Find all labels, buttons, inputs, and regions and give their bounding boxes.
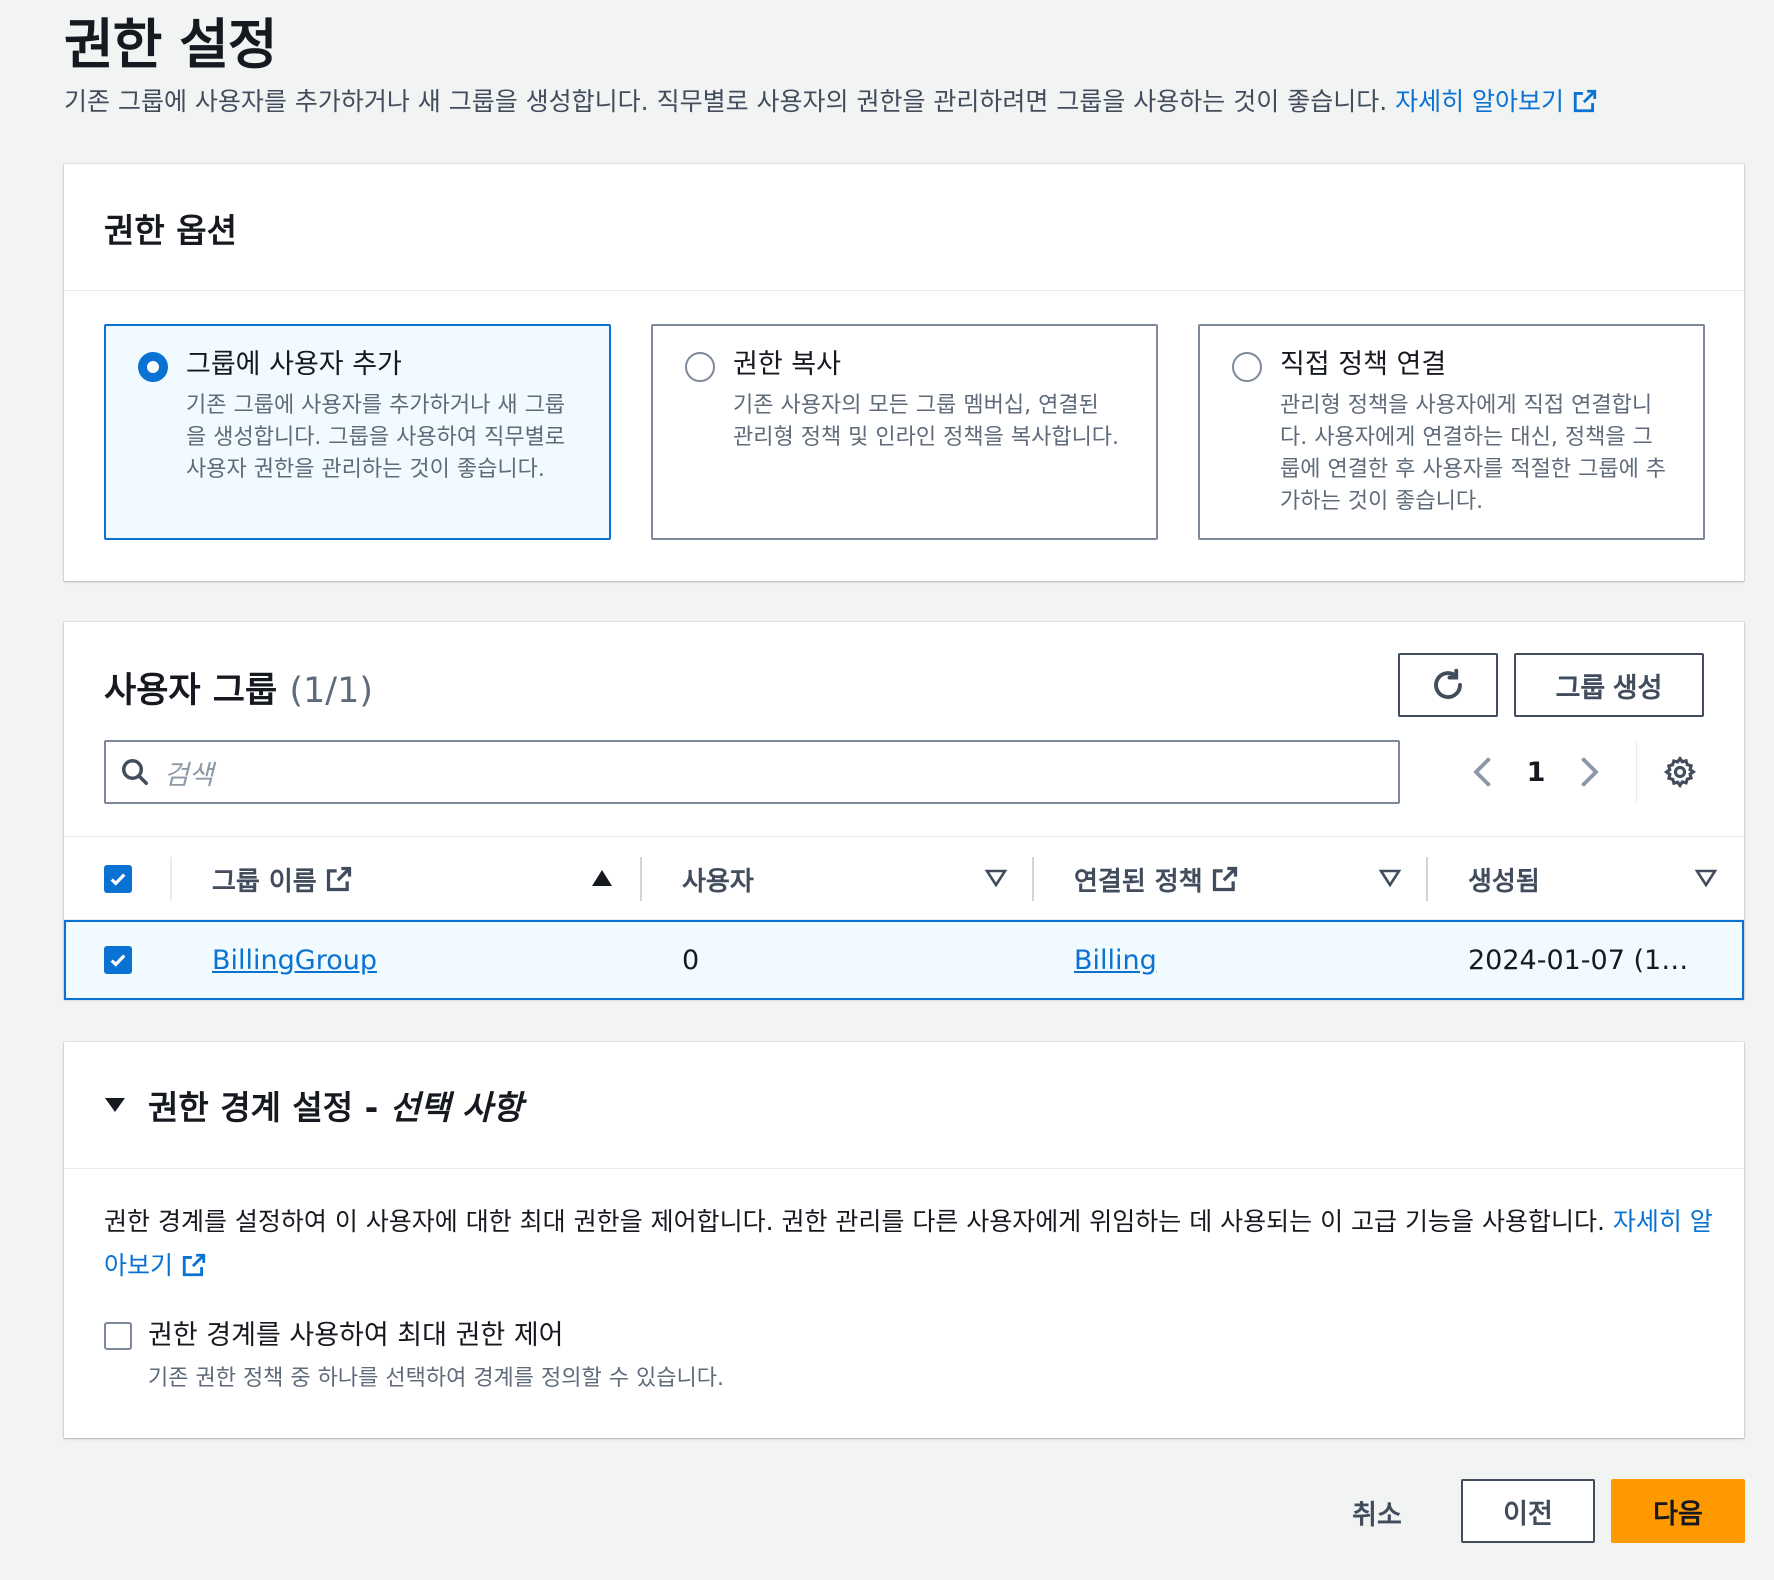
pagination-previous[interactable] [1462, 750, 1502, 794]
column-header-attached-policies[interactable]: 연결된 정책 [1074, 837, 1239, 921]
column-header-users[interactable]: 사용자 [682, 837, 754, 921]
checkmark-icon [110, 954, 126, 967]
search-icon [122, 759, 148, 785]
page-description-text: 기존 그룹에 사용자를 추가하거나 새 그룹을 생성합니다. 직무별로 사용자의… [64, 87, 1388, 116]
column-resizer[interactable] [1032, 857, 1034, 901]
sort-descending-icon[interactable] [1378, 867, 1402, 889]
create-group-button[interactable]: 그룹 생성 [1514, 653, 1704, 717]
user-groups-title-text: 사용자 그룹 [104, 671, 278, 711]
search-field[interactable]: 검색 [104, 740, 1400, 804]
option-title: 그룹에 사용자 추가 [186, 349, 402, 380]
checkbox-label: 권한 경계를 사용하여 최대 권한 제어 [148, 1320, 564, 1351]
policy-link[interactable]: Billing [1074, 945, 1157, 976]
option-description: 관리형 정책을 사용자에게 직접 연결합니다. 사용자에게 연결하는 대신, 정… [1280, 393, 1667, 514]
cell-users: 0 [682, 944, 700, 976]
option-title: 권한 복사 [733, 349, 841, 380]
search-input[interactable]: 검색 [164, 753, 214, 792]
checkmark-icon [110, 873, 126, 886]
boundary-title-text: 권한 경계 설정 - [148, 1088, 390, 1127]
permissions-boundary-checkbox-row[interactable]: 권한 경계를 사용하여 최대 권한 제어 기존 권한 정책 중 하나를 선택하여… [104, 1318, 724, 1392]
page-description: 기존 그룹에 사용자를 추가하거나 새 그룹을 생성합니다. 직무별로 사용자의… [64, 82, 1598, 118]
gear-icon [1663, 755, 1697, 789]
preferences-button[interactable] [1658, 750, 1702, 794]
sort-descending-icon[interactable] [1694, 867, 1718, 889]
permission-options-header: 권한 옵션 [64, 164, 1744, 291]
pagination-divider [1636, 740, 1637, 804]
radio-selected-icon[interactable] [138, 352, 168, 382]
page-title: 권한 설정 [64, 13, 278, 76]
chevron-left-icon [1473, 757, 1491, 787]
select-all-cell[interactable] [104, 837, 132, 921]
refresh-icon [1434, 668, 1462, 699]
checkbox-description: 기존 권한 정책 중 하나를 선택하여 경계를 정의할 수 있습니다. [148, 1366, 724, 1391]
column-header-group-name[interactable]: 그룹 이름 [212, 837, 353, 921]
sort-ascending-icon[interactable] [590, 867, 614, 889]
external-link-icon [1212, 866, 1237, 892]
option-attach-policies[interactable]: 직접 정책 연결 관리형 정책을 사용자에게 직접 연결합니다. 사용자에게 연… [1198, 324, 1705, 540]
option-title: 직접 정책 연결 [1280, 349, 1447, 380]
option-add-to-group[interactable]: 그룹에 사용자 추가 기존 그룹에 사용자를 추가하거나 새 그룹을 생성합니다… [104, 324, 611, 540]
external-link-icon [182, 1253, 206, 1277]
user-groups-panel: 사용자 그룹 (1/1) 그룹 생성 검색 1 그룹 이름 사용자 연결된 정책… [64, 622, 1744, 1000]
external-link-icon [1573, 89, 1597, 113]
group-name-link[interactable]: BillingGroup [212, 945, 377, 976]
boundary-title-optional: 선택 사항 [389, 1088, 523, 1127]
cancel-button[interactable]: 취소 [1330, 1480, 1424, 1544]
option-description: 기존 그룹에 사용자를 추가하거나 새 그룹을 생성합니다. 그룹을 사용하여 … [186, 393, 566, 482]
radio-icon[interactable] [1232, 352, 1262, 382]
table-row[interactable]: BillingGroup 0 Billing 2024-01-07 (1… [64, 920, 1744, 1000]
row-checkbox[interactable] [104, 946, 132, 974]
pagination-next[interactable] [1570, 750, 1610, 794]
row-select-cell[interactable] [104, 922, 132, 998]
learn-more-link[interactable]: 자세히 알아보기 [1395, 87, 1598, 116]
select-all-checkbox[interactable] [104, 865, 132, 893]
column-resizer[interactable] [1426, 857, 1428, 901]
learn-more-label: 자세히 알아보기 [1395, 87, 1565, 116]
option-copy-permissions[interactable]: 권한 복사 기존 사용자의 모든 그룹 멤버십, 연결된 관리형 정책 및 인라… [651, 324, 1158, 540]
cell-group-name: BillingGroup [212, 922, 377, 998]
column-label: 생성됨 [1468, 866, 1540, 897]
column-divider [170, 857, 172, 901]
permissions-boundary-description: 권한 경계를 설정하여 이 사용자에 대한 최대 권한을 제어합니다. 권한 관… [104, 1200, 1714, 1288]
column-resizer[interactable] [640, 857, 642, 901]
permission-option-tiles: 그룹에 사용자 추가 기존 그룹에 사용자를 추가하거나 새 그룹을 생성합니다… [104, 324, 1705, 540]
caret-down-icon[interactable] [104, 1096, 126, 1114]
cell-attached-policies: Billing [1074, 922, 1157, 998]
column-header-created[interactable]: 생성됨 [1468, 837, 1540, 921]
option-description: 기존 사용자의 모든 그룹 멤버십, 연결된 관리형 정책 및 인라인 정책을 … [733, 393, 1120, 450]
cell-created: 2024-01-07 (1… [1468, 944, 1689, 976]
permissions-boundary-title: 권한 경계 설정 - 선택 사항 [148, 1081, 523, 1129]
permissions-boundary-checkbox[interactable] [104, 1322, 132, 1350]
previous-button[interactable]: 이전 [1461, 1479, 1595, 1543]
column-label: 그룹 이름 [212, 866, 317, 897]
permissions-boundary-panel: 권한 경계 설정 - 선택 사항 권한 경계를 설정하여 이 사용자에 대한 최… [64, 1042, 1744, 1438]
external-link-icon [326, 866, 351, 892]
next-button[interactable]: 다음 [1611, 1479, 1745, 1543]
user-groups-count: (1/1) [289, 671, 374, 711]
chevron-right-icon [1581, 757, 1599, 787]
permission-options-panel: 권한 옵션 그룹에 사용자 추가 기존 그룹에 사용자를 추가하거나 새 그룹을… [64, 164, 1744, 581]
refresh-button[interactable] [1398, 653, 1498, 717]
boundary-description-text: 권한 경계를 설정하여 이 사용자에 대한 최대 권한을 제어합니다. 권한 관… [104, 1207, 1605, 1236]
radio-icon[interactable] [685, 352, 715, 382]
table-header: 그룹 이름 사용자 연결된 정책 생성됨 [64, 836, 1744, 920]
permissions-boundary-header[interactable]: 권한 경계 설정 - 선택 사항 [64, 1042, 1744, 1169]
user-groups-title: 사용자 그룹 (1/1) [104, 662, 373, 713]
sort-descending-icon[interactable] [984, 867, 1008, 889]
checkbox-text: 권한 경계를 사용하여 최대 권한 제어 기존 권한 정책 중 하나를 선택하여… [148, 1318, 724, 1392]
column-label: 사용자 [682, 866, 754, 897]
permission-options-title: 권한 옵션 [104, 211, 237, 250]
pagination-page-1[interactable]: 1 [1516, 750, 1556, 794]
column-label: 연결된 정책 [1074, 866, 1203, 897]
